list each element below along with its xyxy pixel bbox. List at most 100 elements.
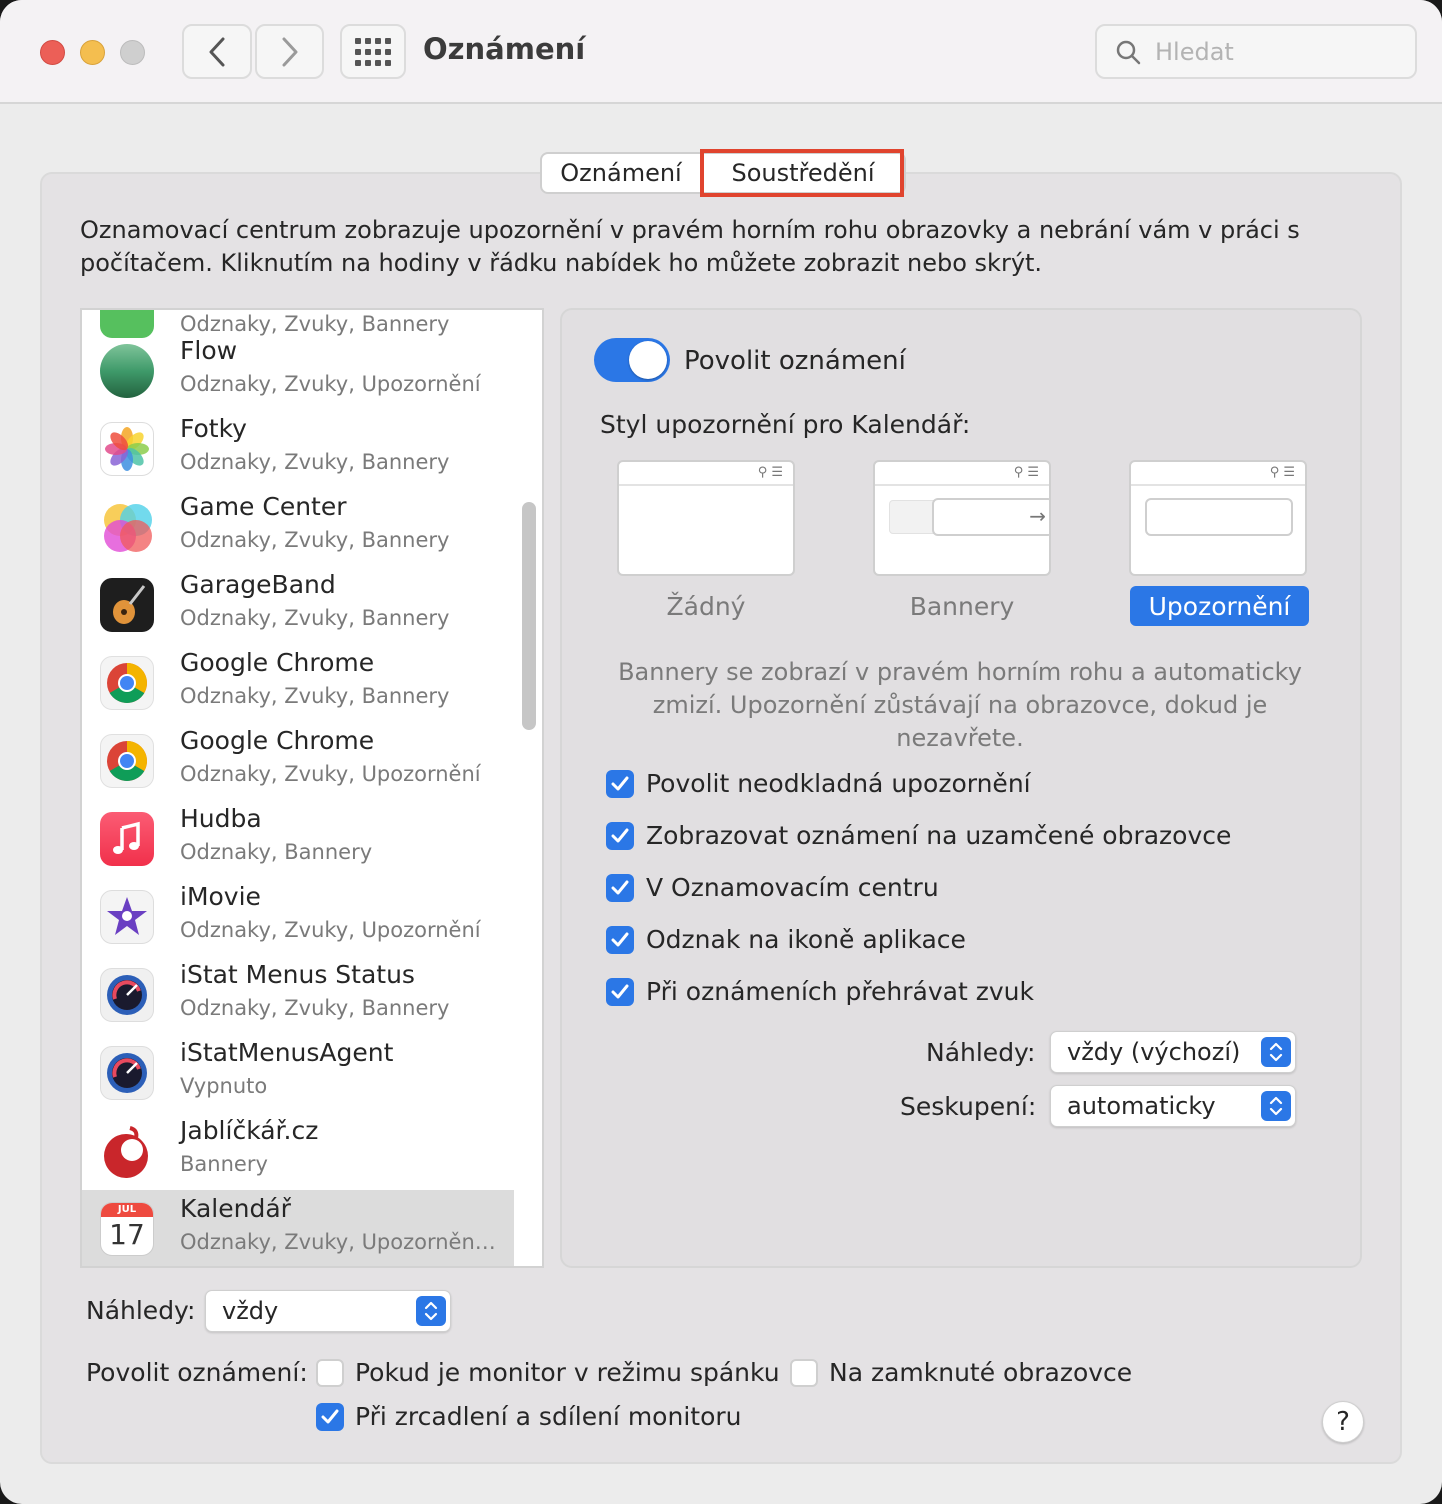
app-subtitle: Odznaky, Zvuky, Bannery [180,528,450,552]
search-icon [1116,40,1141,64]
option-checkbox[interactable] [606,874,634,902]
music-icon [100,812,154,866]
app-subtitle: Odznaky, Zvuky, Bannery [180,684,450,708]
app-subtitle: Odznaky, Zvuky, Bannery [180,450,450,474]
app-subtitle: Odznaky, Zvuky, Upozornění [180,918,481,942]
checkmark-icon [321,1409,339,1424]
highlight-box [700,149,904,197]
app-name: Google Chrome [180,726,375,755]
app-subtitle: Bannery [180,1152,268,1176]
scrollbar-thumb[interactable] [522,502,536,730]
sleep-checkbox[interactable] [316,1359,344,1387]
toggle-knob [629,341,667,379]
app-name: GarageBand [180,570,336,599]
option-label: Odznak na ikoně aplikace [646,925,966,954]
help-button[interactable]: ? [1322,1401,1364,1443]
grouping-select[interactable]: automaticky [1050,1085,1296,1127]
tab-notifications[interactable]: Oznámení [540,152,702,194]
list-item[interactable]: GarageBand Odznaky, Zvuky, Bannery [82,566,514,644]
bottom-allow-label: Povolit oznámení: [86,1358,308,1387]
app-name: Jablíčkář.cz [180,1116,319,1145]
checkmark-icon [611,984,629,999]
bottom-previews-select[interactable]: vždy [205,1290,451,1332]
mirroring-checkbox[interactable] [316,1403,344,1431]
detail-previews-value: vždy (výchozí) [1067,1038,1241,1066]
tab-bar: Oznámení Soustředění [540,149,906,197]
app-list[interactable]: Odznaky, Zvuky, Bannery Flow Odznaky, Zv… [80,308,544,1268]
minimize-window-button[interactable] [80,40,105,65]
list-item[interactable]: Hudba Odznaky, Bannery [82,800,514,878]
app-name: Flow [180,336,238,365]
list-item[interactable]: Game Center Odznaky, Zvuky, Bannery [82,488,514,566]
preview-menubar-icons: ⚲ ☰ [757,465,783,480]
locked-screen-checkbox[interactable] [790,1359,818,1387]
app-name: Fotky [180,414,247,443]
window-title: Oznámení [423,32,586,66]
app-subtitle: Odznaky, Zvuky, Bannery [180,996,450,1020]
option-checkbox[interactable] [606,770,634,798]
title-bar: Oznámení [0,0,1442,104]
list-item[interactable]: Jablíčkář.cz Bannery [82,1112,514,1190]
option-checkbox[interactable] [606,926,634,954]
style-alerts-label[interactable]: Upozornění [1130,586,1309,626]
updown-chevron-icon [416,1296,446,1326]
app-subtitle: Odznaky, Zvuky, Upozornění [180,372,481,396]
updown-chevron-icon [1261,1037,1291,1067]
option-label: Zobrazovat oznámení na uzamčené obrazovc… [646,821,1232,850]
chevron-right-icon [282,37,297,66]
app-name: iMovie [180,882,261,911]
close-window-button[interactable] [40,40,65,65]
back-button[interactable] [182,24,252,79]
app-subtitle: Odznaky, Zvuky, Bannery [180,606,450,630]
grid-icon [355,37,391,66]
calendar-icon-day: 17 [109,1218,145,1251]
list-item[interactable]: Fotky Odznaky, Zvuky, Bannery [82,410,514,488]
list-item[interactable]: Google Chrome Odznaky, Zvuky, Upozornění [82,722,514,800]
search-field[interactable] [1095,24,1417,79]
list-item[interactable]: iMovie Odznaky, Zvuky, Upozornění [82,878,514,956]
app-name: Game Center [180,492,347,521]
calendar-icon: JUL 17 [100,1202,154,1256]
list-item[interactable]: Google Chrome Odznaky, Zvuky, Bannery [82,644,514,722]
preview-menubar: ⚲ ☰ [875,462,1049,486]
preview-menubar: ⚲ ☰ [1131,462,1305,486]
bottom-previews-label: Náhledy: [86,1296,196,1325]
style-none-label[interactable]: Žádný [617,586,795,626]
banner-sample: → [932,498,1049,536]
list-item[interactable]: iStat Menus Status Odznaky, Zvuky, Banne… [82,956,514,1034]
detail-previews-select[interactable]: vždy (výchozí) [1050,1031,1296,1073]
locked-screen-label: Na zamknuté obrazovce [829,1358,1133,1387]
detail-previews-label: Náhledy: [926,1038,1036,1067]
search-input[interactable] [1155,37,1395,66]
style-explanation: Bannery se zobrazí v pravém horním rohu … [618,658,1302,752]
list-item[interactable]: Flow Odznaky, Zvuky, Upozornění [82,332,514,410]
style-banners-preview[interactable]: ⚲ ☰ → [873,460,1051,576]
show-all-button[interactable] [340,24,406,79]
list-item-selected[interactable]: JUL 17 Kalendář Odznaky, Zvuky, Upozorně… [82,1190,514,1266]
updown-chevron-icon [1261,1091,1291,1121]
style-alerts-preview[interactable]: ⚲ ☰ [1129,460,1307,576]
imovie-icon [100,890,154,944]
app-subtitle: Odznaky, Zvuky, Upozornění… [180,1230,500,1254]
option-checkbox[interactable] [606,978,634,1006]
app-name: iStat Menus Status [180,960,415,989]
preview-menubar-icons: ⚲ ☰ [1269,465,1295,480]
zoom-window-button[interactable] [120,40,145,65]
calendar-icon-month: JUL [101,1203,153,1217]
alert-style-heading: Styl upozornění pro Kalendář: [600,410,971,439]
list-item[interactable]: iStatMenusAgent Vypnuto [82,1034,514,1112]
option-checkbox[interactable] [606,822,634,850]
photos-icon [100,422,154,476]
tab-focus[interactable]: Soustředění [700,149,906,197]
style-none-preview[interactable]: ⚲ ☰ [617,460,795,576]
forward-button[interactable] [255,24,324,79]
checkmark-icon [611,932,629,947]
allow-notifications-toggle[interactable] [594,338,670,382]
checkmark-icon [611,776,629,791]
garageband-icon [100,578,154,632]
style-banners-label[interactable]: Bannery [873,586,1051,626]
flow-icon [100,344,154,398]
preview-menubar-icons: ⚲ ☰ [1013,465,1039,480]
mirroring-label: Při zrcadlení a sdílení monitoru [355,1402,742,1431]
option-label: Při oznámeních přehrávat zvuk [646,977,1034,1006]
